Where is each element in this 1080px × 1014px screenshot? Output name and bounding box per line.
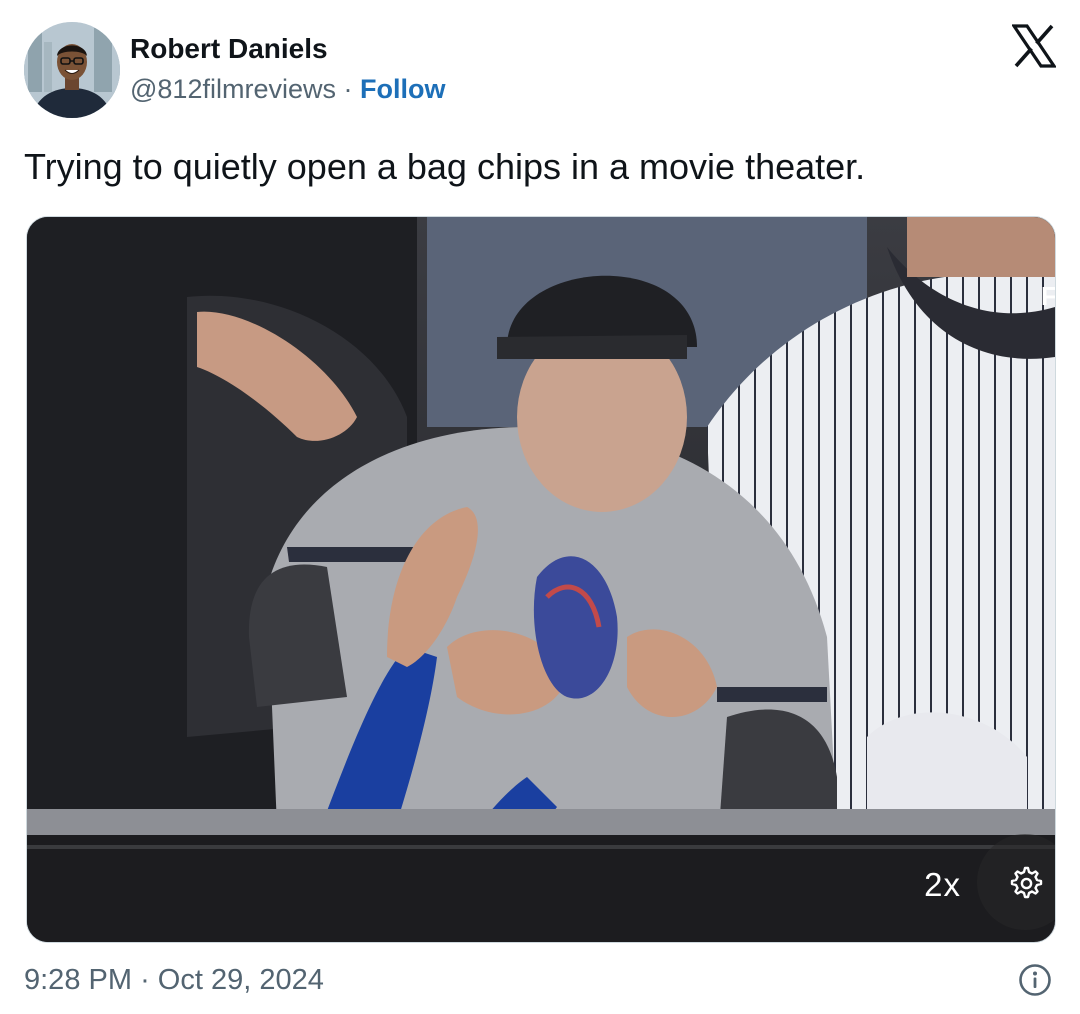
author-display-name[interactable]: Robert Daniels: [130, 32, 445, 66]
tweet-timestamp[interactable]: 9:28 PM · Oct 29, 2024: [24, 962, 324, 998]
author-handle-row: @812filmreviews · Follow: [130, 72, 445, 106]
author-info: Robert Daniels @812filmreviews · Follow: [130, 32, 445, 106]
author-avatar[interactable]: [24, 22, 120, 118]
svg-text:F: F: [1041, 281, 1055, 311]
tweet-text: Trying to quietly open a bag chips in a …: [24, 146, 866, 187]
playback-speed-button[interactable]: 2x: [924, 866, 961, 904]
gear-icon: [1010, 866, 1043, 899]
tweet-date: Oct 29, 2024: [157, 964, 324, 996]
author-handle[interactable]: @812filmreviews: [130, 74, 336, 104]
tweet-time: 9:28 PM: [24, 964, 132, 996]
follow-button[interactable]: Follow: [360, 74, 445, 104]
video-frame: F: [27, 217, 1055, 942]
tweet-header: Robert Daniels @812filmreviews · Follow: [24, 20, 1058, 120]
handle-separator: ·: [343, 74, 353, 104]
timestamp-separator: ·: [140, 964, 150, 996]
video-player[interactable]: F 2x: [26, 216, 1056, 943]
info-icon[interactable]: [1018, 963, 1052, 997]
x-logo-icon[interactable]: [1010, 24, 1058, 68]
